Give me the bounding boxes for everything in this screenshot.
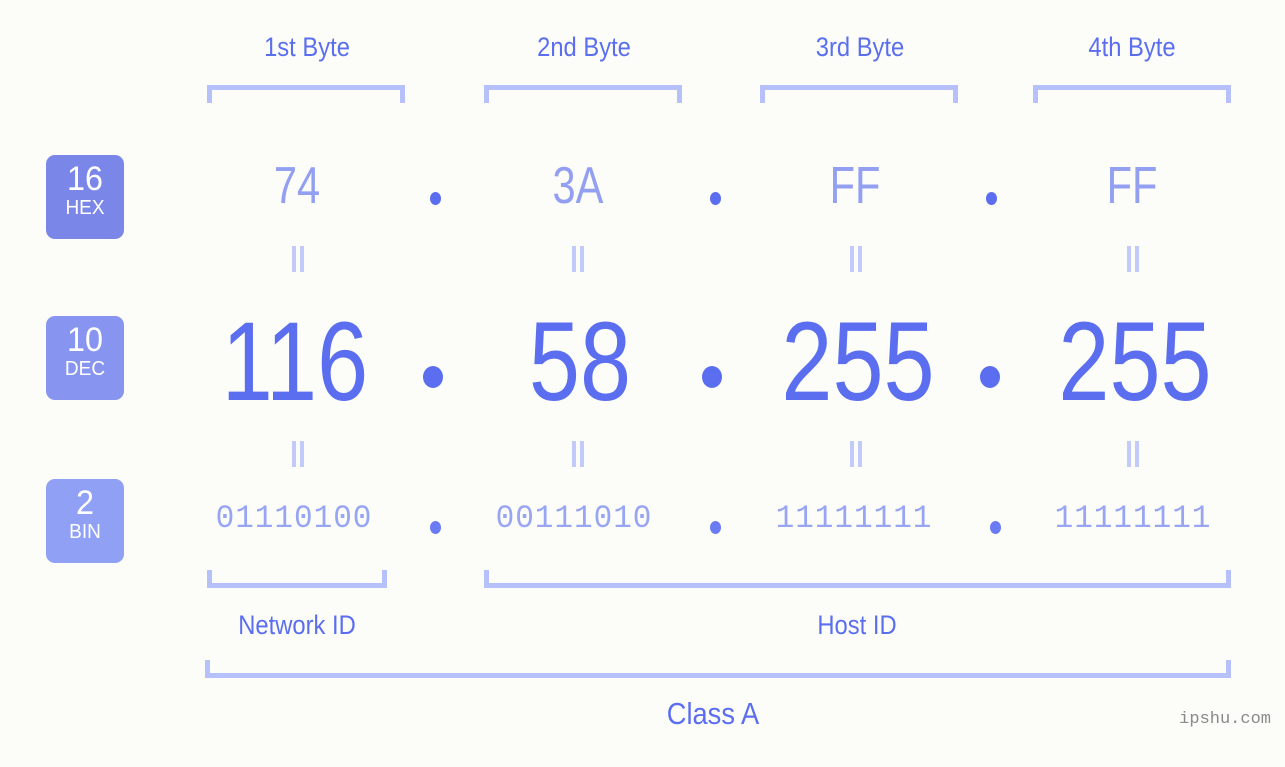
hex-octet-3: FF — [829, 157, 881, 215]
radix-badge-dec-unit: DEC — [64, 358, 106, 380]
bin-octet-2: 00111010 — [495, 500, 653, 537]
byte-bracket-1 — [207, 85, 405, 103]
host-id-label: Host ID — [817, 610, 897, 640]
bin-octet-3: 11111111 — [775, 500, 933, 537]
byte-header-1: 1st Byte — [264, 32, 350, 62]
equality-mark-hex-dec-4 — [1126, 246, 1142, 272]
bin-separator-1 — [430, 521, 441, 534]
hex-separator-3 — [986, 192, 997, 205]
dec-octet-2: 58 — [528, 299, 632, 424]
equality-mark-hex-dec-3 — [849, 246, 865, 272]
byte-header-3: 3rd Byte — [815, 32, 905, 62]
equality-mark-hex-dec-2 — [571, 246, 587, 272]
dec-octet-1: 116 — [221, 299, 369, 424]
hex-octet-4: FF — [1106, 157, 1158, 215]
site-watermark: ipshu.com — [1179, 710, 1271, 729]
dec-octet-4: 255 — [1058, 299, 1212, 424]
class-bracket — [205, 660, 1231, 678]
equality-mark-dec-bin-2 — [571, 441, 587, 467]
network-id-bracket — [207, 570, 387, 588]
radix-badge-hex-number: 16 — [67, 160, 103, 198]
radix-badge-bin-number: 2 — [76, 484, 94, 522]
bin-separator-2 — [710, 521, 721, 534]
byte-bracket-4 — [1033, 85, 1231, 103]
dec-separator-1 — [423, 366, 443, 388]
hex-octet-1: 74 — [273, 157, 321, 215]
equality-mark-dec-bin-1 — [291, 441, 307, 467]
byte-header-4: 4th Byte — [1088, 32, 1176, 62]
radix-badge-bin: 2 BIN — [46, 479, 124, 563]
dec-separator-3 — [980, 366, 1000, 388]
equality-mark-dec-bin-3 — [849, 441, 865, 467]
radix-badge-dec-number: 10 — [67, 321, 103, 359]
byte-header-2: 2nd Byte — [537, 32, 631, 62]
equality-mark-dec-bin-4 — [1126, 441, 1142, 467]
radix-badge-dec: 10 DEC — [46, 316, 124, 400]
ip-breakdown-canvas: 1st Byte 2nd Byte 3rd Byte 4th Byte 16 H… — [0, 0, 1285, 767]
bin-octet-1: 01110100 — [215, 500, 373, 537]
radix-badge-bin-unit: BIN — [69, 521, 101, 543]
radix-badge-hex-unit: HEX — [65, 197, 105, 219]
byte-bracket-3 — [760, 85, 958, 103]
class-label: Class A — [666, 696, 760, 731]
bin-separator-3 — [990, 521, 1001, 534]
network-id-label: Network ID — [238, 610, 356, 640]
dec-octet-3: 255 — [781, 299, 935, 424]
hex-octet-2: 3A — [552, 157, 604, 215]
hex-separator-2 — [710, 192, 721, 205]
equality-mark-hex-dec-1 — [291, 246, 307, 272]
bin-octet-4: 11111111 — [1054, 500, 1212, 537]
dec-separator-2 — [702, 366, 722, 388]
hex-separator-1 — [430, 192, 441, 205]
host-id-bracket — [484, 570, 1231, 588]
radix-badge-hex: 16 HEX — [46, 155, 124, 239]
byte-bracket-2 — [484, 85, 682, 103]
